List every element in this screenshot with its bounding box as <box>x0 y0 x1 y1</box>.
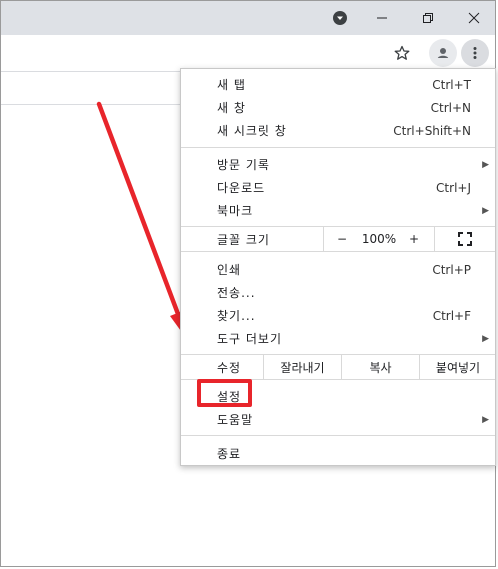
menu-item-new-tab[interactable]: 새 탭 Ctrl+T <box>181 73 495 96</box>
menu-item-shortcut: Ctrl+F <box>432 308 471 323</box>
menu-item-print[interactable]: 인쇄 Ctrl+P <box>181 258 495 281</box>
menu-item-new-window[interactable]: 새 창 Ctrl+N <box>181 96 495 119</box>
paste-button[interactable]: 붙여넣기 <box>420 355 496 379</box>
menu-item-cast[interactable]: 전송... <box>181 281 495 304</box>
menu-item-label: 새 시크릿 창 <box>217 124 287 138</box>
zoom-in-button[interactable]: + <box>398 227 430 251</box>
cut-button[interactable]: 잘라내기 <box>264 355 341 379</box>
menu-item-new-incognito[interactable]: 새 시크릿 창 Ctrl+Shift+N <box>181 119 495 142</box>
menu-item-history[interactable]: 방문 기록 ▶ <box>181 153 495 176</box>
menu-item-label: 도움말 <box>217 413 254 427</box>
menu-item-bookmarks[interactable]: 북마크 ▶ <box>181 199 495 222</box>
menu-separator <box>181 147 495 148</box>
edit-row: 수정 잘라내기 복사 붙여넣기 <box>181 355 495 379</box>
zoom-out-button[interactable]: − <box>324 227 360 251</box>
zoom-label: 글꼴 크기 <box>217 232 270 247</box>
copy-button[interactable]: 복사 <box>342 355 419 379</box>
menu-item-label: 종료 <box>217 447 242 461</box>
submenu-arrow-icon: ▶ <box>482 205 489 216</box>
menu-item-label: 찾기... <box>217 309 256 323</box>
menu-item-shortcut: Ctrl+Shift+N <box>393 123 471 138</box>
submenu-arrow-icon: ▶ <box>482 333 489 344</box>
menu-item-help[interactable]: 도움말 ▶ <box>181 408 495 431</box>
menu-item-shortcut: Ctrl+J <box>436 180 471 195</box>
menu-item-shortcut: Ctrl+N <box>430 100 471 115</box>
menu-item-label: 방문 기록 <box>217 158 270 172</box>
menu-item-label: 도구 더보기 <box>217 332 283 346</box>
menu-item-exit[interactable]: 종료 <box>181 442 495 465</box>
menu-item-label: 새 창 <box>217 101 246 115</box>
menu-separator <box>181 251 495 252</box>
submenu-arrow-icon: ▶ <box>482 159 489 170</box>
menu-item-label: 북마크 <box>217 204 254 218</box>
fullscreen-icon[interactable] <box>435 227 495 251</box>
settings-highlight-box <box>197 379 252 407</box>
zoom-level: 100% <box>361 232 397 246</box>
menu-item-find[interactable]: 찾기... Ctrl+F <box>181 304 495 327</box>
zoom-row: 글꼴 크기 − 100% + <box>181 227 495 251</box>
menu-item-label: 전송... <box>217 286 256 300</box>
menu-item-shortcut: Ctrl+T <box>432 77 471 92</box>
menu-item-more-tools[interactable]: 도구 더보기 ▶ <box>181 327 495 350</box>
menu-separator <box>181 435 495 436</box>
menu-item-label: 인쇄 <box>217 263 242 277</box>
edit-label: 수정 <box>217 360 242 375</box>
submenu-arrow-icon: ▶ <box>482 414 489 425</box>
menu-item-label: 새 탭 <box>217 78 246 92</box>
menu-item-downloads[interactable]: 다운로드 Ctrl+J <box>181 176 495 199</box>
menu-item-label: 다운로드 <box>217 181 266 195</box>
menu-item-shortcut: Ctrl+P <box>432 262 471 277</box>
